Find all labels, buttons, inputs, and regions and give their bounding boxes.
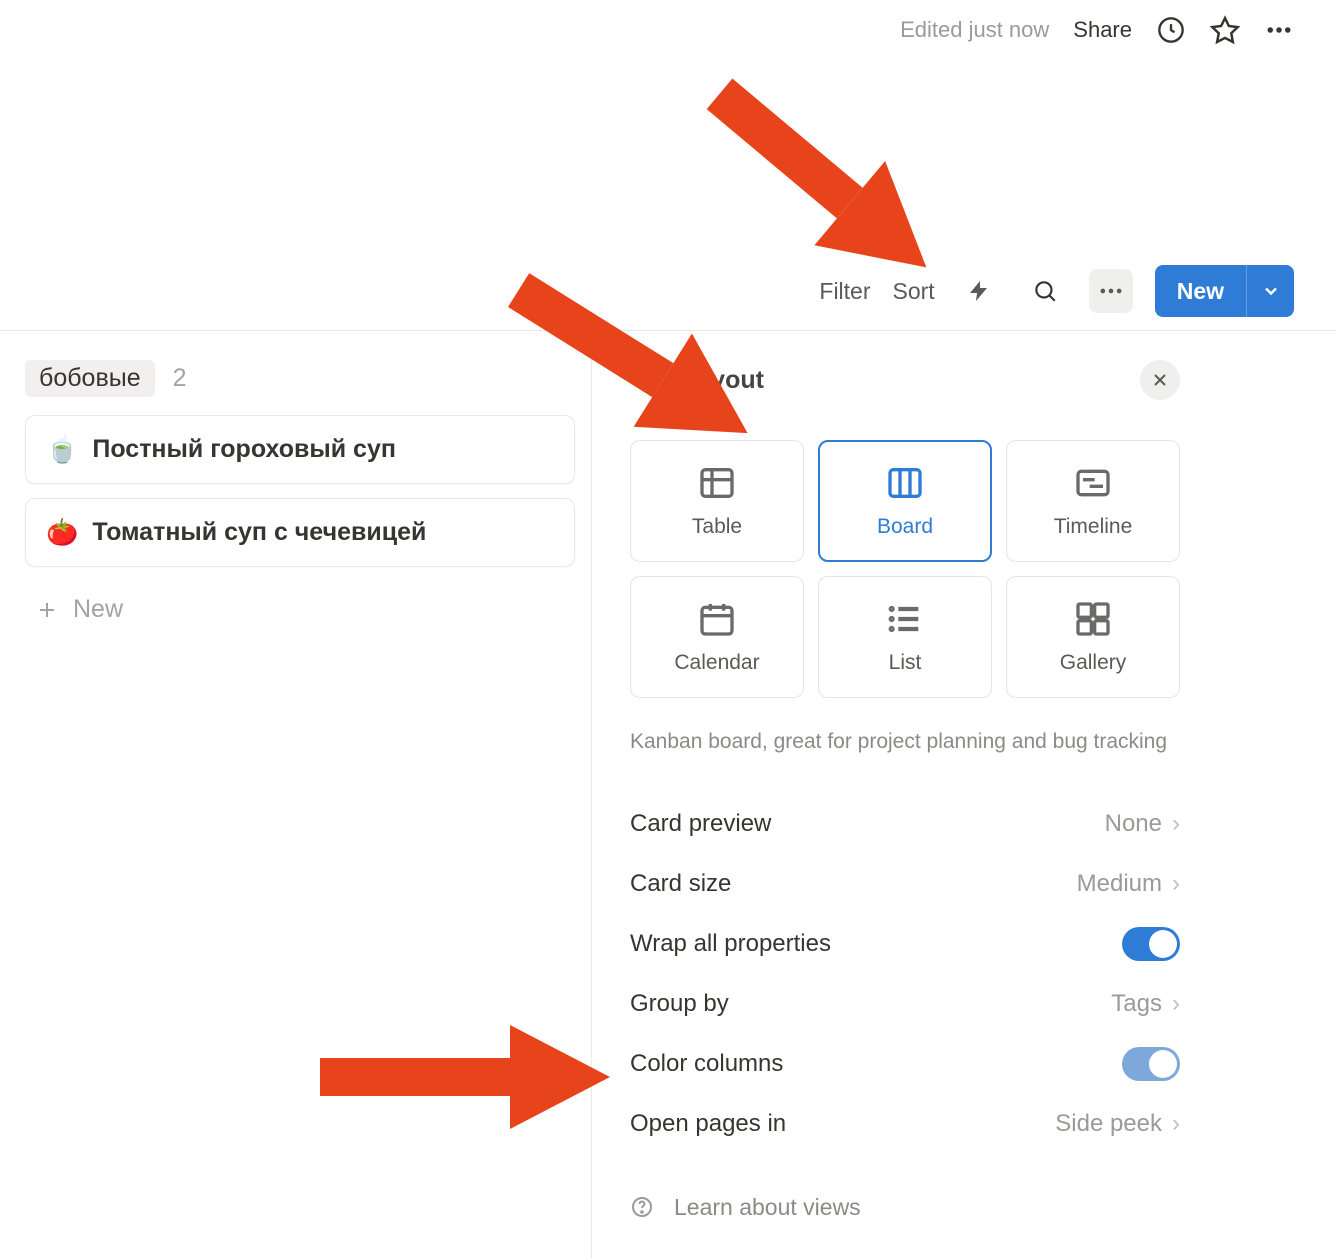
panel-header: Layout <box>630 360 1180 400</box>
setting-label: Card preview <box>630 810 771 838</box>
layout-tile-board[interactable]: Board <box>818 440 992 562</box>
chevron-right-icon: › <box>1172 1110 1180 1138</box>
board-card[interactable]: 🍵 Постный гороховый суп <box>25 415 575 484</box>
layout-label: Gallery <box>1060 651 1127 675</box>
layout-label: Table <box>692 515 742 539</box>
top-bar: Edited just now Share <box>0 0 1336 60</box>
setting-color-columns[interactable]: Color columns <box>630 1038 1180 1090</box>
settings-list: Card preview None › Card size Medium › W… <box>630 798 1180 1150</box>
card-title: Томатный суп с чечевицей <box>92 518 426 547</box>
layout-tile-calendar[interactable]: Calendar <box>630 576 804 698</box>
chevron-right-icon: › <box>1172 870 1180 898</box>
board-card[interactable]: 🍅 Томатный суп с чечевицей <box>25 498 575 567</box>
new-card-label: New <box>73 595 123 624</box>
layout-tile-gallery[interactable]: Gallery <box>1006 576 1180 698</box>
setting-value: Medium <box>1077 870 1162 898</box>
layout-tile-list[interactable]: List <box>818 576 992 698</box>
new-card-button[interactable]: New <box>25 581 575 638</box>
setting-label: Card size <box>630 870 731 898</box>
view-options-icon[interactable] <box>1089 269 1133 313</box>
learn-about-views[interactable]: Learn about views <box>630 1194 1180 1221</box>
board-column: бобовые 2 🍵 Постный гороховый суп 🍅 Тома… <box>25 360 575 638</box>
group-header[interactable]: бобовые 2 <box>25 360 575 397</box>
favorite-icon[interactable] <box>1210 15 1240 45</box>
card-emoji: 🍵 <box>46 434 78 465</box>
group-count: 2 <box>173 364 187 393</box>
new-button-caret[interactable] <box>1246 265 1294 317</box>
new-button-label: New <box>1155 278 1246 305</box>
chevron-right-icon: › <box>1172 810 1180 838</box>
more-icon[interactable] <box>1264 15 1294 45</box>
close-icon[interactable] <box>1140 360 1180 400</box>
sort-button[interactable]: Sort <box>893 278 935 305</box>
horizontal-divider <box>0 330 1336 331</box>
layout-label: Board <box>877 515 933 539</box>
chevron-right-icon: › <box>1172 990 1180 1018</box>
new-button[interactable]: New <box>1155 265 1294 317</box>
annotation-arrow-color-columns <box>320 1010 620 1140</box>
share-button[interactable]: Share <box>1073 17 1132 43</box>
setting-label: Group by <box>630 990 729 1018</box>
database-toolbar: Filter Sort New <box>819 265 1294 317</box>
card-emoji: 🍅 <box>46 517 78 548</box>
search-icon[interactable] <box>1023 269 1067 313</box>
panel-title: Layout <box>682 366 764 395</box>
layout-description: Kanban board, great for project planning… <box>630 726 1180 758</box>
group-tag: бобовые <box>25 360 155 397</box>
view-settings-panel: Layout Table Board Timeline Calendar Lis… <box>630 360 1180 1221</box>
setting-value: Side peek <box>1055 1110 1162 1138</box>
vertical-divider <box>591 330 592 1258</box>
filter-button[interactable]: Filter <box>819 278 870 305</box>
setting-group-by[interactable]: Group by Tags › <box>630 978 1180 1030</box>
setting-wrap-properties[interactable]: Wrap all properties <box>630 918 1180 970</box>
updates-icon[interactable] <box>1156 15 1186 45</box>
setting-card-preview[interactable]: Card preview None › <box>630 798 1180 850</box>
setting-value: None <box>1105 810 1162 838</box>
card-title: Постный гороховый суп <box>92 435 396 464</box>
layout-label: Timeline <box>1054 515 1133 539</box>
setting-label: Color columns <box>630 1050 783 1078</box>
layout-label: Calendar <box>674 651 759 675</box>
annotation-arrow-toolbar <box>680 70 980 290</box>
setting-card-size[interactable]: Card size Medium › <box>630 858 1180 910</box>
setting-label: Open pages in <box>630 1110 786 1138</box>
setting-label: Wrap all properties <box>630 930 831 958</box>
setting-value: Tags <box>1111 990 1162 1018</box>
toggle-on[interactable] <box>1122 927 1180 961</box>
layout-tile-timeline[interactable]: Timeline <box>1006 440 1180 562</box>
automations-icon[interactable] <box>957 269 1001 313</box>
toggle-on[interactable] <box>1122 1047 1180 1081</box>
back-icon[interactable] <box>630 364 658 397</box>
layout-label: List <box>889 651 922 675</box>
setting-open-pages-in[interactable]: Open pages in Side peek › <box>630 1098 1180 1150</box>
edited-status: Edited just now <box>900 17 1049 43</box>
layout-grid: Table Board Timeline Calendar List Galle… <box>630 440 1180 698</box>
layout-tile-table[interactable]: Table <box>630 440 804 562</box>
learn-label: Learn about views <box>674 1194 861 1221</box>
